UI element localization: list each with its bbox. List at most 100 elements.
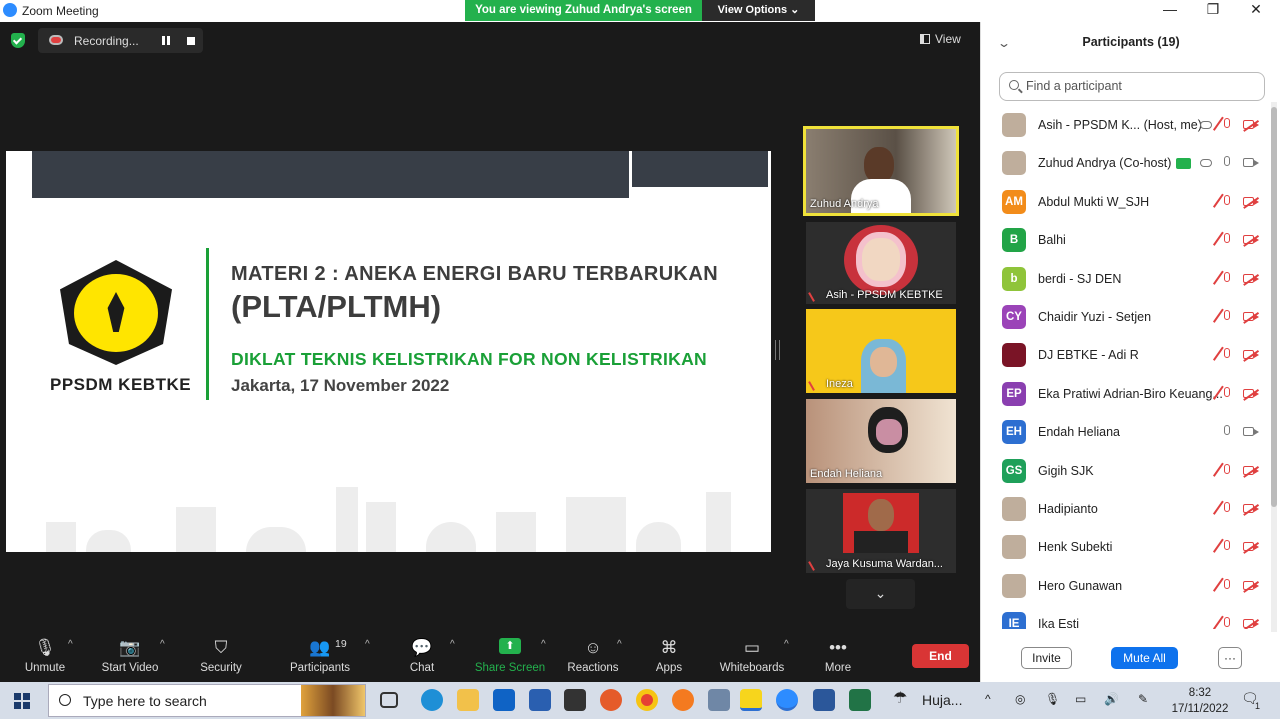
camera-off-icon[interactable] [1243,273,1259,283]
store-icon[interactable] [529,689,551,711]
camera-off-icon[interactable] [1243,619,1259,629]
security-button[interactable]: ⛉ Security [176,632,266,682]
participant-row[interactable]: Asih - PPSDM K... (Host, me) [981,109,1271,147]
windows-start-icon[interactable] [14,693,30,709]
camera-off-icon[interactable] [1243,312,1259,321]
mail-icon[interactable] [493,689,515,711]
weather-label[interactable]: Huja... [922,692,962,708]
mic-muted-icon[interactable] [1224,271,1230,282]
panel-more-button[interactable]: ··· [1218,647,1242,669]
mic-muted-icon[interactable] [1224,194,1230,205]
restore-button[interactable]: ❐ [1198,1,1228,18]
share-caret[interactable]: ^ [541,639,546,650]
invite-button[interactable]: Invite [1021,647,1072,669]
chat-button[interactable]: 💬 ^ Chat [377,632,467,682]
tray-chevron-icon[interactable]: ^ [985,692,991,706]
apps-button[interactable]: ⌘ Apps [624,632,714,682]
word-icon[interactable] [813,689,835,711]
end-meeting-button[interactable]: End [912,644,969,668]
participant-row[interactable]: AM Abdul Mukti W_SJH [981,186,1271,224]
participant-row[interactable]: Hadipianto [981,493,1271,531]
participant-row[interactable]: CY Chaidir Yuzi - Setjen [981,301,1271,339]
firefox-icon[interactable] [600,689,622,711]
camera-on-icon[interactable] [1243,427,1259,437]
view-options-button[interactable]: View Options ⌄ [702,0,815,21]
camera-off-icon[interactable] [1243,235,1259,245]
task-view-icon[interactable] [380,692,398,708]
stop-recording-icon[interactable] [187,37,195,45]
microphone-tray-icon[interactable]: 🎙 [1045,692,1060,706]
taskbar-clock[interactable]: 8:32 17/11/2022 [1170,685,1230,717]
participant-row[interactable]: Henk Subekti [981,531,1271,569]
camera-off-icon[interactable] [1243,504,1259,513]
mic-muted-icon[interactable] [1224,578,1230,589]
mic-muted-icon[interactable] [1224,502,1230,512]
participant-row[interactable]: B Balhi [981,224,1271,262]
camera-off-icon[interactable] [1243,196,1259,206]
camera-off-icon[interactable] [1243,465,1259,475]
share-screen-button[interactable]: ⬆ ^ Share Screen [465,632,555,682]
audio-options-caret[interactable]: ^ [68,639,73,650]
mic-muted-icon[interactable] [1224,233,1230,244]
splitter-handle[interactable] [775,340,780,360]
reactions-caret[interactable]: ^ [617,639,622,650]
weather-rain-icon[interactable]: ☂ [893,688,907,708]
video-tile-0[interactable]: Zuhud Andrya [803,126,959,216]
mic-muted-icon[interactable] [1224,617,1230,628]
mute-all-button[interactable]: Mute All [1111,647,1178,669]
network-app-icon[interactable] [708,689,730,711]
participant-row[interactable]: IE Ika Esti [981,608,1271,629]
mic-muted-icon[interactable] [1224,118,1230,128]
start-video-button[interactable]: 📷 ^ Start Video [85,632,175,682]
excel-icon[interactable] [849,689,871,711]
video-tile-1[interactable]: Asih - PPSDM KEBTKE [806,222,956,304]
battery-icon[interactable]: ▭ [1075,692,1086,706]
mic-muted-icon[interactable] [1224,348,1230,359]
camera-off-icon[interactable] [1243,580,1259,590]
edge-browser-icon[interactable] [421,689,443,711]
mic-muted-icon[interactable] [1224,386,1230,397]
unmute-button[interactable]: 🎙 ^ Unmute [0,632,90,682]
mic-muted-icon[interactable] [1224,463,1230,474]
mic-muted-icon[interactable] [1224,540,1230,551]
encryption-shield-icon[interactable] [11,33,25,48]
zoom-taskbar-icon[interactable] [776,689,798,711]
video-tile-4[interactable]: Jaya Kusuma Wardan... [806,489,956,573]
taskbar-search-input[interactable]: Type here to search [48,684,366,717]
mic-on-icon[interactable] [1224,425,1230,436]
more-button[interactable]: ••• More [793,632,883,682]
camera-off-icon[interactable] [1243,120,1259,129]
participant-row[interactable]: EP Eka Pratiwi Adrian-Biro Keuang... [981,378,1271,416]
pause-recording-icon[interactable] [162,36,170,45]
mic-muted-icon[interactable] [1224,310,1230,320]
participants-button[interactable]: 👥 19 ^ Participants [275,632,370,682]
participant-row[interactable]: b berdi - SJ DEN [981,263,1271,301]
camera-on-icon[interactable] [1243,158,1259,168]
chrome-icon[interactable] [636,689,658,711]
camera-off-icon[interactable] [1243,350,1259,360]
minimize-button[interactable]: — [1155,1,1185,17]
photo-app-icon[interactable] [564,689,586,711]
sticky-notes-icon[interactable] [740,689,762,711]
scrollbar-thumb[interactable] [1271,107,1277,507]
whiteboards-button[interactable]: ▭ ^ Whiteboards [707,632,797,682]
close-button[interactable]: ✕ [1241,1,1271,18]
participant-row[interactable]: EH Endah Heliana [981,416,1271,454]
participant-list[interactable]: Asih - PPSDM K... (Host, me) Zuhud Andrya… [981,109,1271,629]
volume-icon[interactable]: 🔊 [1104,692,1119,706]
participant-row[interactable]: Zuhud Andrya (Co-host) [981,147,1271,185]
meet-now-icon[interactable]: ◎ [1015,692,1025,706]
gallery-scroll-down-button[interactable]: ⌄ [846,579,915,609]
participants-caret[interactable]: ^ [365,639,370,650]
video-tile-2[interactable]: Ineza [806,309,956,393]
participant-row[interactable]: DJ EBTKE - Adi R [981,339,1271,377]
participant-row[interactable]: GS Gigih SJK [981,455,1271,493]
find-participant-input[interactable]: Find a participant [999,72,1265,101]
video-options-caret[interactable]: ^ [160,639,165,650]
pen-icon[interactable]: ✎ [1138,692,1148,706]
file-explorer-icon[interactable] [457,689,479,711]
view-button[interactable]: View [920,32,961,46]
camera-off-icon[interactable] [1243,542,1259,552]
video-tile-3[interactable]: Endah Heliana [806,399,956,483]
whiteboards-caret[interactable]: ^ [784,639,789,650]
